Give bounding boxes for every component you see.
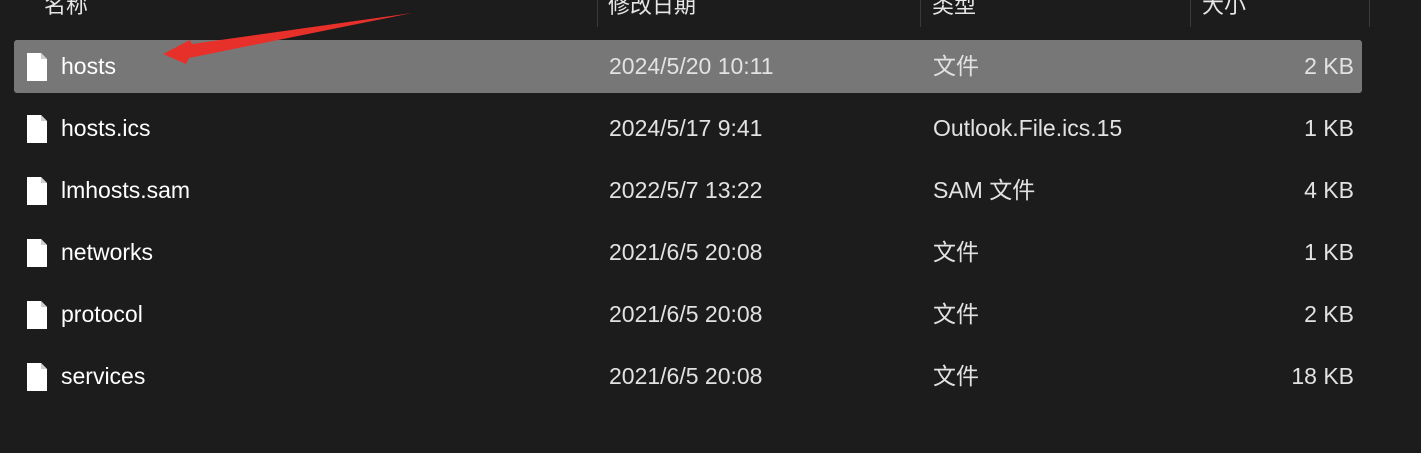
file-type: 文件 [933,363,979,389]
column-separator[interactable] [920,0,921,27]
file-row-hosts-ics[interactable]: hosts.ics 2024/5/17 9:41 Outlook.File.ic… [14,102,1362,155]
file-row-services[interactable]: services 2021/6/5 20:08 文件 18 KB [14,350,1362,403]
column-separator[interactable] [1190,0,1191,27]
file-icon [27,53,47,81]
file-size: 1 KB [1304,239,1354,265]
file-name: lmhosts.sam [61,177,191,203]
file-row-hosts[interactable]: hosts 2024/5/20 10:11 文件 2 KB [14,40,1362,93]
file-type: 文件 [933,239,979,265]
file-date: 2024/5/20 10:11 [609,53,774,79]
column-header-type[interactable]: 类型 [932,0,976,27]
file-type: SAM 文件 [933,177,1036,203]
file-icon [27,301,47,329]
file-icon [27,115,47,143]
file-icon [27,239,47,267]
file-type: Outlook.File.ics.15 [933,115,1123,141]
file-size: 1 KB [1304,115,1354,141]
file-icon [27,177,47,205]
column-header-date[interactable]: 修改日期 [608,0,696,27]
file-icon [27,363,47,391]
file-name: hosts.ics [61,115,151,141]
file-type: 文件 [933,301,979,327]
file-row-networks[interactable]: networks 2021/6/5 20:08 文件 1 KB [14,226,1362,279]
file-size: 2 KB [1304,301,1354,327]
file-size: 2 KB [1304,53,1354,79]
column-header-name[interactable]: 名称 [44,0,88,27]
file-list: hosts 2024/5/20 10:11 文件 2 KB hosts.ics … [14,40,1362,412]
file-size: 18 KB [1291,363,1354,389]
file-date: 2021/6/5 20:08 [609,363,763,389]
file-name: protocol [61,301,143,327]
file-type: 文件 [933,53,979,79]
file-row-lmhosts-sam[interactable]: lmhosts.sam 2022/5/7 13:22 SAM 文件 4 KB [14,164,1362,217]
file-name: networks [61,239,154,265]
file-row-protocol[interactable]: protocol 2021/6/5 20:08 文件 2 KB [14,288,1362,341]
file-date: 2021/6/5 20:08 [609,239,763,265]
column-separator[interactable] [1369,0,1370,27]
file-name: services [61,363,146,389]
column-header-bar: 名称 修改日期 类型 大小 [0,0,1421,27]
file-size: 4 KB [1304,177,1354,203]
column-header-size[interactable]: 大小 [1202,0,1246,27]
file-name: hosts [61,53,116,79]
file-date: 2021/6/5 20:08 [609,301,763,327]
column-separator[interactable] [597,0,598,27]
file-date: 2022/5/7 13:22 [609,177,763,203]
file-date: 2024/5/17 9:41 [609,115,763,141]
